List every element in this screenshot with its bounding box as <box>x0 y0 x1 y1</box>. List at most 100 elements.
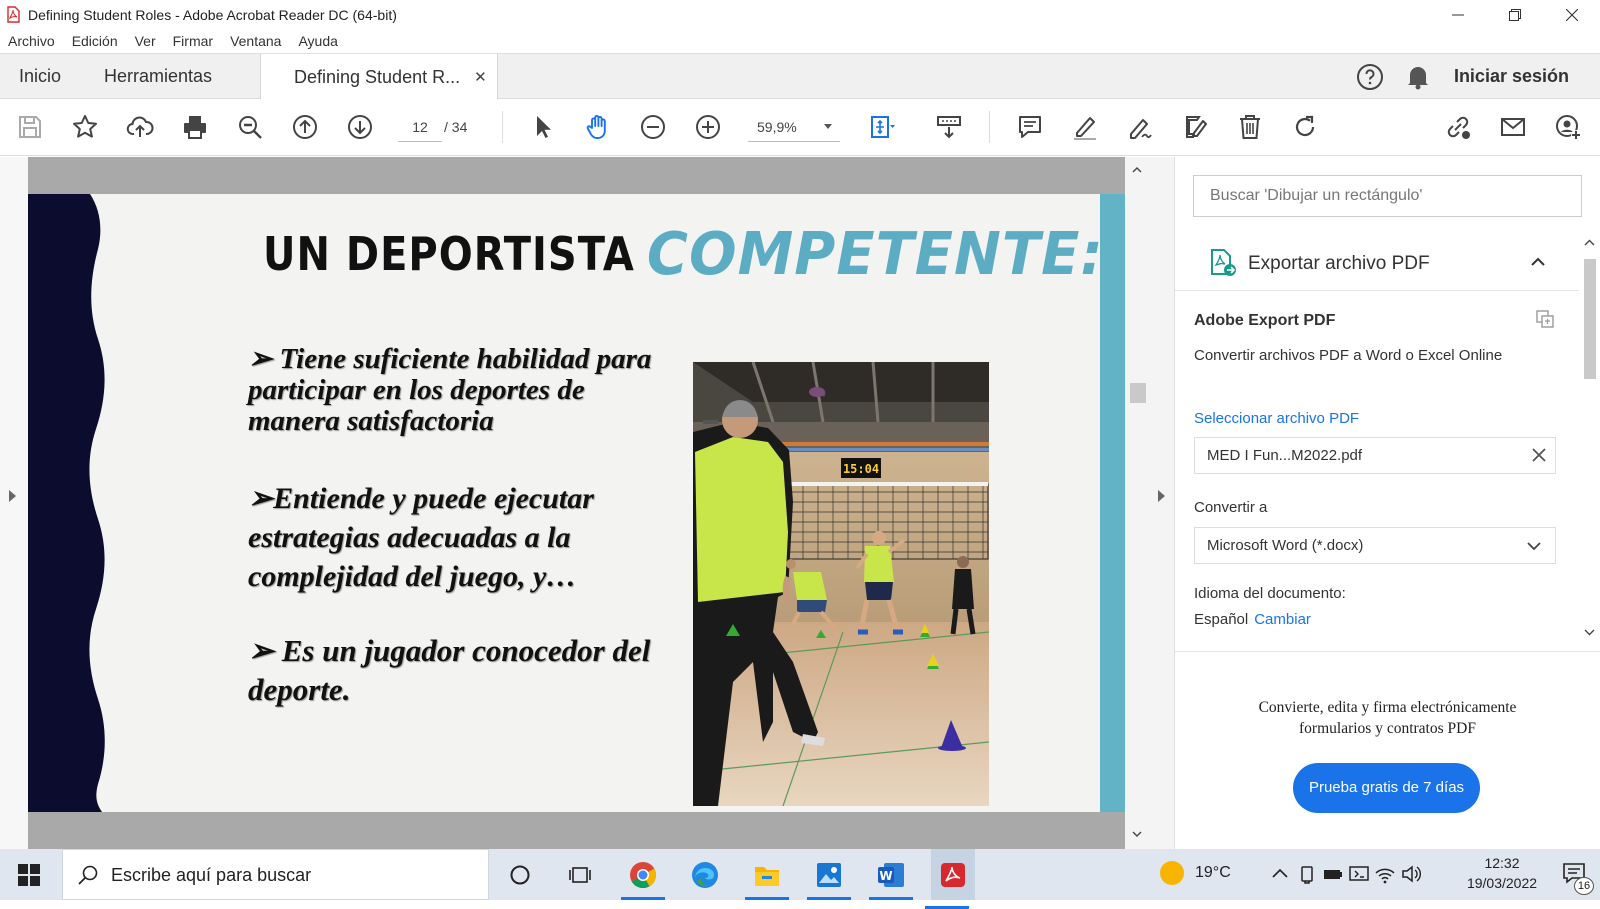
minimize-button[interactable] <box>1429 0 1486 29</box>
clock-date[interactable]: 19/03/2022 <box>1456 875 1548 891</box>
scroll-down-arrow-icon[interactable] <box>1132 829 1142 839</box>
service-name: Adobe Export PDF <box>1194 312 1336 329</box>
selected-file-field[interactable]: MED I Fun...M2022.pdf <box>1194 437 1556 474</box>
zoom-out-icon[interactable] <box>637 111 669 143</box>
panel-scroll-down-icon[interactable] <box>1584 627 1595 638</box>
scroll-up-arrow-icon[interactable] <box>1132 165 1142 175</box>
battery-icon[interactable] <box>1322 863 1344 885</box>
highlight-pen-icon[interactable] <box>1069 111 1101 143</box>
rotate-icon[interactable] <box>1289 111 1321 143</box>
left-nav-panel-toggle[interactable] <box>0 157 28 849</box>
expand-left-panel-icon[interactable] <box>9 490 16 502</box>
upload-cloud-icon[interactable] <box>124 111 156 143</box>
device-icon[interactable] <box>1296 863 1318 885</box>
windows-start-icon[interactable] <box>18 864 40 886</box>
close-tab-icon[interactable]: ✕ <box>474 68 487 86</box>
clear-file-icon[interactable] <box>1531 447 1547 463</box>
comment-icon[interactable] <box>1014 111 1046 143</box>
fit-page-icon[interactable] <box>866 111 898 143</box>
add-user-icon[interactable] <box>1552 111 1584 143</box>
hand-tool-icon[interactable] <box>582 111 614 143</box>
bookmark-star-icon[interactable] <box>69 111 101 143</box>
zoom-level-dropdown[interactable]: 59,9% <box>748 112 840 142</box>
tools-pane: Buscar 'Dibujar un rectángulo' Exportar … <box>1175 157 1600 849</box>
slide-bullet-3: ➢ Es un jugador conocedor del deporte. <box>248 633 651 707</box>
panel-scroll-up-icon[interactable] <box>1584 237 1595 248</box>
tools-search-input[interactable]: Buscar 'Dibujar un rectángulo' <box>1193 175 1582 217</box>
menu-archivo[interactable]: Archivo <box>8 33 55 49</box>
zoom-in-icon[interactable] <box>692 111 724 143</box>
email-icon[interactable] <box>1497 111 1529 143</box>
document-vertical-scrollbar[interactable] <box>1125 157 1149 849</box>
copy-info-icon[interactable] <box>1535 309 1555 329</box>
tab-document[interactable]: Defining Student R... ✕ <box>260 54 498 100</box>
export-pdf-section-header[interactable]: Exportar archivo PDF <box>1175 237 1579 291</box>
chevron-up-icon[interactable] <box>1531 255 1545 269</box>
close-window-button[interactable] <box>1543 0 1600 29</box>
promo-line-1: Convierte, edita y firma electrónicament… <box>1258 699 1517 716</box>
toolbar: 12 / 34 59,9% <box>0 99 1600 156</box>
wifi-icon[interactable] <box>1374 863 1396 885</box>
select-cursor-icon[interactable] <box>526 111 558 143</box>
cortana-icon[interactable] <box>504 859 536 891</box>
document-viewer[interactable]: UN DEPORTISTA COMPETENTE: ➢ Tiene suficie… <box>0 157 1175 849</box>
change-language-link[interactable]: Cambiar <box>1254 611 1311 628</box>
document-language-value: Español <box>1194 611 1249 628</box>
slide-bullet-1: ➢ Tiene suficiente habilidad para partic… <box>248 343 652 437</box>
share-link-icon[interactable] <box>1442 111 1474 143</box>
display-icon[interactable] <box>1348 863 1370 885</box>
weather-temperature[interactable]: 19°C <box>1195 864 1231 882</box>
chevron-down-icon <box>824 124 832 129</box>
convert-format-select[interactable]: Microsoft Word (*.docx) <box>1194 527 1556 564</box>
help-icon[interactable] <box>1356 63 1384 91</box>
tab-herramientas[interactable]: Herramientas <box>104 54 212 99</box>
clock-time[interactable]: 12:32 <box>1467 855 1537 871</box>
print-icon[interactable] <box>179 111 211 143</box>
menu-ayuda[interactable]: Ayuda <box>298 33 337 49</box>
promo-line-2: formularios y contratos PDF <box>1299 720 1476 737</box>
menu-edicion[interactable]: Edición <box>72 33 118 49</box>
edge-browser-icon[interactable] <box>689 859 721 891</box>
edit-pdf-icon[interactable] <box>1179 111 1211 143</box>
zoom-search-icon[interactable] <box>234 111 266 143</box>
acrobat-reader-taskbar-icon[interactable] <box>925 849 975 909</box>
slide-bullet-2: ➢Entiende y puede ejecutar estrategias a… <box>248 482 594 593</box>
svg-text:W: W <box>879 869 892 883</box>
menu-ventana[interactable]: Ventana <box>230 33 281 49</box>
service-description: Convertir archivos PDF a Word o Excel On… <box>1194 347 1503 364</box>
menu-ver[interactable]: Ver <box>135 33 156 49</box>
word-app-icon[interactable]: W <box>869 859 913 900</box>
chrome-icon[interactable] <box>621 859 665 900</box>
delete-trash-icon[interactable] <box>1234 111 1266 143</box>
tab-document-label: Defining Student R... <box>294 66 461 87</box>
tab-inicio[interactable]: Inicio <box>19 54 61 99</box>
collapse-right-panel-icon[interactable] <box>1158 490 1165 502</box>
volume-icon[interactable] <box>1400 863 1422 885</box>
zoom-level-value: 59,9% <box>757 119 797 135</box>
page-up-icon[interactable] <box>289 111 321 143</box>
panel-scrollbar-thumb[interactable] <box>1584 259 1596 379</box>
select-pdf-file-link[interactable]: Seleccionar archivo PDF <box>1194 410 1359 427</box>
notification-bell-icon[interactable] <box>1406 64 1430 90</box>
page-down-icon[interactable] <box>344 111 376 143</box>
show-hidden-icons-chevron-icon[interactable] <box>1269 863 1291 885</box>
right-panel-toggle[interactable] <box>1149 157 1175 849</box>
task-view-icon[interactable] <box>564 859 596 891</box>
save-icon[interactable] <box>14 111 46 143</box>
sign-pen-icon[interactable] <box>1124 111 1156 143</box>
free-trial-button[interactable]: Prueba gratis de 7 días <box>1293 763 1480 813</box>
restore-button[interactable] <box>1486 0 1543 29</box>
file-explorer-icon[interactable] <box>745 859 789 900</box>
weather-sun-icon[interactable] <box>1160 861 1184 885</box>
convert-to-label: Convertir a <box>1194 499 1268 516</box>
scroll-mode-icon[interactable] <box>933 111 965 143</box>
sign-in-button[interactable]: Iniciar sesión <box>1454 66 1569 87</box>
taskbar-search-box[interactable]: Escribe aquí para buscar <box>62 849 489 900</box>
scrollbar-thumb[interactable] <box>1130 383 1146 403</box>
panel-divider <box>1175 651 1600 652</box>
photos-app-icon[interactable] <box>807 859 851 900</box>
title-bar: Defining Student Roles - Adobe Acrobat R… <box>0 0 1600 29</box>
toolbar-divider <box>989 111 990 143</box>
menu-firmar[interactable]: Firmar <box>173 33 213 49</box>
page-number-input[interactable]: 12 <box>398 112 442 142</box>
